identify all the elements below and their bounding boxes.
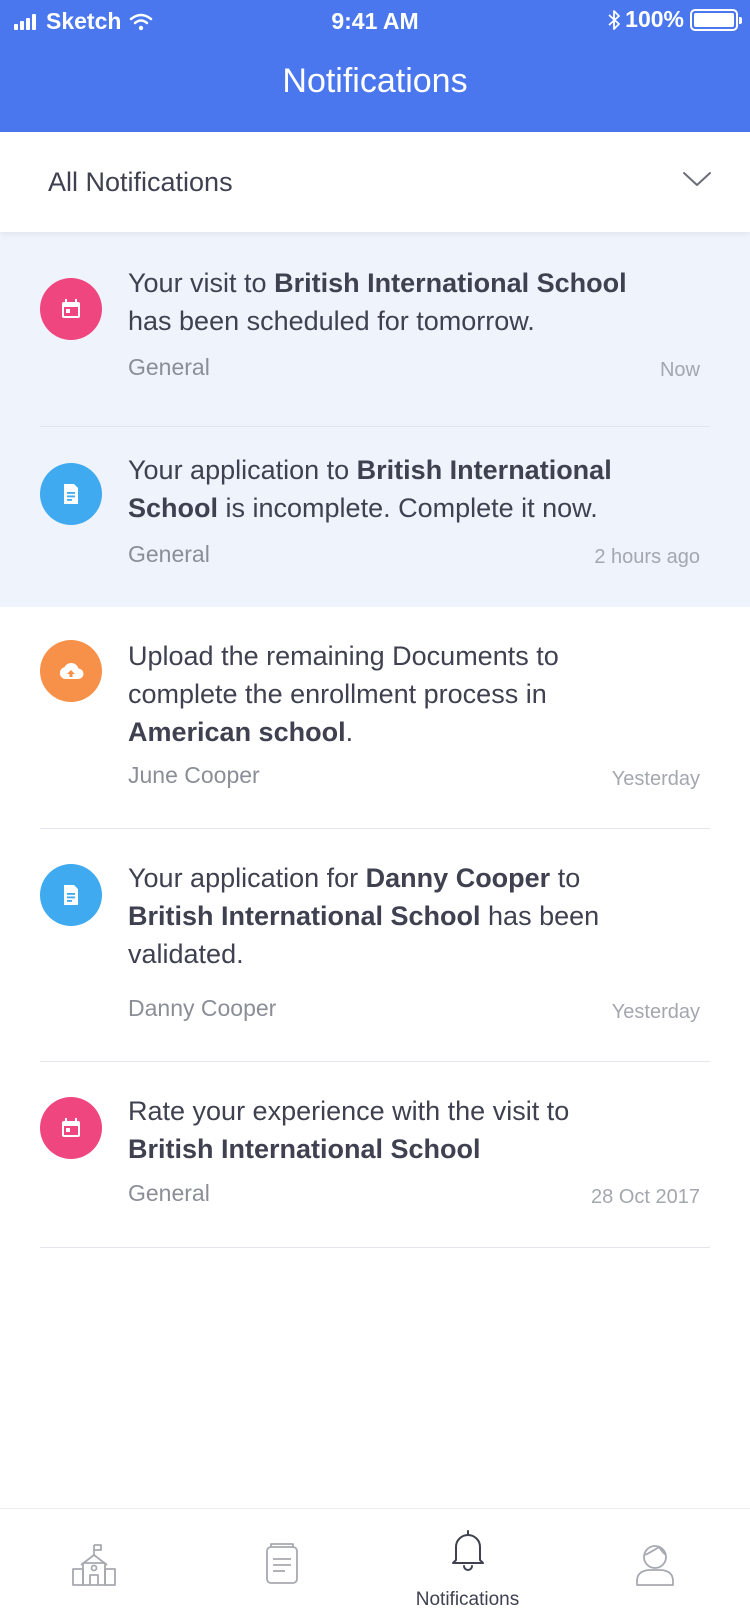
filter-selected-value: All Notifications xyxy=(48,166,233,197)
bell-icon xyxy=(451,1530,484,1571)
notification-list: Your visit to British International Scho… xyxy=(0,232,750,1248)
notification-avatar xyxy=(40,640,102,702)
status-right: 100% xyxy=(607,6,742,33)
notification-item[interactable]: Your visit to British International Scho… xyxy=(0,232,750,427)
notification-item[interactable]: Your application to British Internationa… xyxy=(0,427,750,607)
document-icon xyxy=(64,885,78,905)
notification-time: 28 Oct 2017 xyxy=(591,1186,700,1208)
tab-notifications-label: Notifications xyxy=(415,1589,520,1610)
header: Sketch 9:41 AM 100% Notifications xyxy=(0,0,750,132)
notification-message: Your application for Danny Cooper to Bri… xyxy=(128,863,600,969)
tab-profile[interactable] xyxy=(561,1509,748,1624)
page-title: Notifications xyxy=(282,62,468,100)
notification-avatar xyxy=(40,278,102,340)
cloud-upload-icon xyxy=(59,662,84,680)
tab-applications[interactable] xyxy=(187,1509,374,1624)
notification-category: General xyxy=(128,541,210,567)
notification-time: Yesterday xyxy=(611,768,700,790)
notification-avatar xyxy=(40,864,102,926)
calendar-icon xyxy=(62,1118,80,1137)
notification-time: 2 hours ago xyxy=(594,546,700,568)
notification-item[interactable]: Upload the remaining Documents to comple… xyxy=(0,607,750,829)
notification-avatar xyxy=(40,1097,102,1159)
notification-message: Your application to British Internationa… xyxy=(128,455,612,523)
bluetooth-icon xyxy=(608,9,621,30)
notification-item[interactable]: Rate your experience with the visit to B… xyxy=(0,1062,750,1248)
notification-category: June Cooper xyxy=(128,762,260,788)
school-icon xyxy=(71,1544,116,1586)
notification-avatar xyxy=(40,463,102,525)
notification-time: Now xyxy=(659,359,700,381)
notification-message: Rate your experience with the visit to B… xyxy=(128,1096,570,1164)
notification-message: Upload the remaining Documents to comple… xyxy=(128,641,559,747)
notification-category: General xyxy=(128,354,210,380)
chevron-down-icon xyxy=(683,172,711,186)
notification-category: Danny Cooper xyxy=(128,995,277,1021)
document-list-icon xyxy=(265,1543,298,1584)
status-bar: Sketch 9:41 AM 100% xyxy=(0,0,750,44)
calendar-icon xyxy=(62,299,80,318)
battery-percent: 100% xyxy=(625,6,684,32)
notification-filter-dropdown[interactable]: All Notifications xyxy=(0,132,750,232)
tab-notifications[interactable]: Notifications xyxy=(374,1509,561,1624)
tab-schools[interactable] xyxy=(0,1509,187,1624)
tab-bar: Notifications xyxy=(0,1508,750,1624)
notification-time: Yesterday xyxy=(611,1001,700,1023)
document-icon xyxy=(64,484,78,504)
profile-icon xyxy=(635,1545,674,1586)
notification-message: Your visit to British International Scho… xyxy=(128,268,627,336)
battery-icon xyxy=(690,8,742,31)
notification-category: General xyxy=(128,1180,210,1206)
notification-item[interactable]: Your application for Danny Cooper to Bri… xyxy=(0,829,750,1062)
divider xyxy=(40,1247,710,1248)
